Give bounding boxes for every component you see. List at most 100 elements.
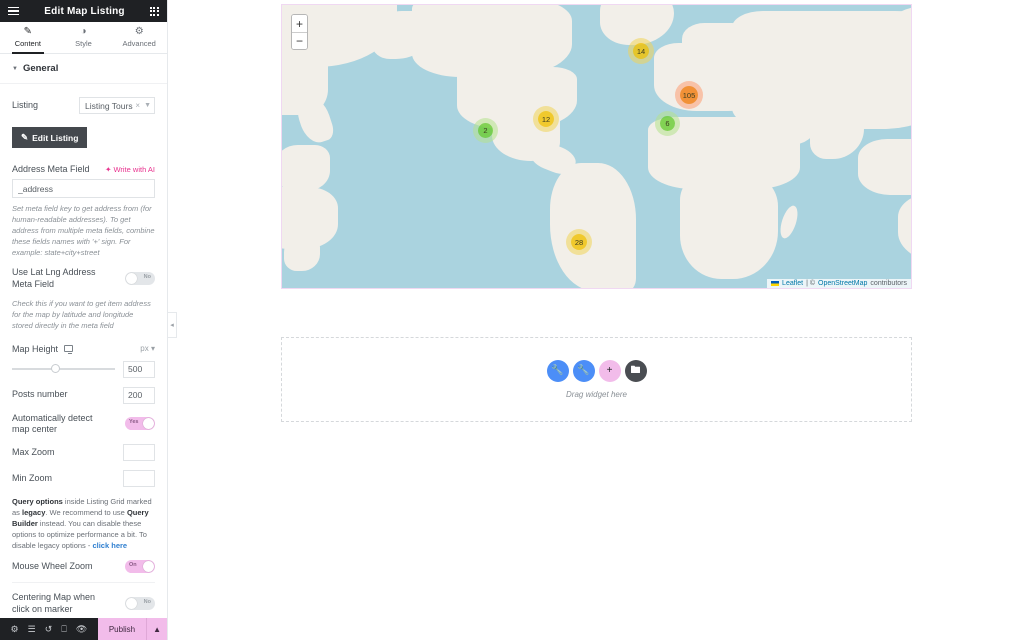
monitor-icon[interactable] [64, 345, 74, 354]
landmass-southeast-asia [858, 139, 911, 195]
max-zoom-row: Max Zoom [12, 444, 155, 461]
auto-center-row: Automatically detect map center Yes [12, 413, 155, 436]
click-here-link[interactable]: click here [92, 541, 127, 550]
mouse-wheel-toggle[interactable]: On [125, 560, 155, 574]
mouse-wheel-row: Mouse Wheel Zoom On [12, 560, 155, 574]
centering-label: Centering Map when click on marker [12, 592, 96, 614]
tab-style[interactable]: ◑ Style [56, 22, 112, 53]
layers-icon[interactable]: ☰ [28, 624, 36, 634]
wrench-icon[interactable]: 🔧 [546, 360, 569, 382]
chevron-down-icon: ▼ [12, 65, 18, 72]
map-cluster-marker[interactable]: 2 [478, 123, 493, 138]
listing-row: Listing Listing Tours × ▼ [12, 97, 155, 114]
posts-number-input[interactable] [123, 386, 155, 404]
latlng-toggle-label: No [143, 274, 151, 281]
listing-select-value: Listing Tours [85, 100, 133, 111]
zoom-out-button[interactable]: − [292, 32, 307, 49]
toggle-knob [143, 418, 154, 430]
posts-number-label: Posts number [12, 389, 68, 400]
section-general-header[interactable]: ▼ General [0, 54, 167, 84]
publish-button[interactable]: Publish [97, 618, 147, 640]
gear-icon[interactable]: ⚙ [11, 624, 19, 634]
wrench-icon[interactable]: 🔧 [572, 360, 595, 382]
toggle-knob [143, 561, 154, 573]
plus-icon[interactable]: + [598, 360, 621, 382]
dropzone-label: Drag widget here [566, 390, 627, 399]
max-zoom-input[interactable] [123, 444, 155, 461]
gear-icon: ⚙ [134, 26, 144, 37]
slider-thumb[interactable] [51, 364, 61, 373]
panel-footer: ⚙ ☰ ↺ ⎕ 👁 Publish ▲ [0, 618, 167, 640]
notice-legacy: legacy [22, 507, 46, 517]
panel-collapse-handle[interactable]: ◂ [168, 312, 177, 338]
preview-icon[interactable]: 👁 [76, 624, 87, 634]
map-height-input[interactable] [123, 360, 155, 378]
auto-center-toggle[interactable]: Yes [125, 417, 155, 431]
edit-listing-button[interactable]: ✎ Edit Listing [12, 127, 88, 148]
map-height-unit-select[interactable]: px ▾ [140, 344, 155, 353]
x-icon[interactable]: × [135, 101, 140, 110]
write-with-ai-link[interactable]: ✦ Write with AI [105, 165, 155, 174]
divider [12, 582, 155, 584]
panel-tabs: ✎ Content ◑ Style ⚙ Advanced [0, 22, 167, 54]
widget-dropzone[interactable]: 🔧 🔧 + 🖿 Drag widget here [281, 337, 912, 422]
map-cluster-marker[interactable]: 14 [633, 43, 649, 59]
map-cluster-marker[interactable]: 28 [571, 234, 587, 250]
panel-scroll-area[interactable]: ▼ General Listing Listing Tours × ▼ ✎ Ed… [0, 54, 167, 618]
hamburger-icon[interactable] [8, 6, 19, 16]
landmass-africa-south [680, 175, 778, 279]
mouse-wheel-toggle-label: On [129, 562, 137, 569]
tab-content[interactable]: ✎ Content [0, 22, 56, 54]
map-cluster-marker[interactable]: 105 [680, 86, 698, 104]
toggle-knob [126, 598, 137, 610]
address-meta-input[interactable] [12, 179, 155, 198]
posts-number-row: Posts number [12, 386, 155, 404]
section-general-label: General [22, 63, 59, 74]
zoom-in-button[interactable]: + [292, 15, 307, 32]
folder-icon[interactable]: 🖿 [624, 360, 647, 382]
edit-listing-label: Edit Listing [32, 132, 79, 143]
tab-style-label: Style [75, 39, 92, 48]
chevron-down-icon: ▾ [150, 344, 155, 353]
mouse-wheel-label: Mouse Wheel Zoom [12, 561, 93, 572]
editor-canvas: + − 2 12 28 14 105 6 Leaflet | © OpenStr… [168, 0, 1024, 640]
map-height-label: Map Height [12, 343, 59, 354]
address-meta-help: Set meta field key to get address from (… [12, 204, 155, 257]
attribution-separator: | © [806, 280, 815, 287]
leaflet-flag-icon [771, 281, 780, 286]
address-meta-label: Address Meta Field [12, 164, 90, 174]
landmass-madagascar [777, 203, 801, 241]
grid-icon[interactable] [149, 6, 159, 16]
toggle-knob [126, 273, 137, 285]
responsive-icon[interactable]: ⎕ [61, 624, 66, 634]
listing-select[interactable]: Listing Tours × ▼ [79, 97, 155, 114]
notice-text-2: . We recommend to use [45, 507, 127, 517]
tab-advanced-label: Advanced [122, 39, 156, 48]
map-cluster-marker[interactable]: 12 [538, 111, 554, 127]
panel-header: Edit Map Listing [0, 0, 167, 22]
chevron-down-icon: ▼ [144, 102, 151, 109]
map-canvas[interactable]: + − 2 12 28 14 105 6 Leaflet | © OpenStr… [282, 5, 911, 288]
map-height-unit-label: px [140, 344, 149, 353]
leaflet-link[interactable]: Leaflet [782, 280, 803, 287]
map-widget[interactable]: + − 2 12 28 14 105 6 Leaflet | © OpenStr… [281, 4, 912, 289]
latlng-toggle[interactable]: No [125, 272, 155, 286]
landmass-south-america [550, 163, 636, 288]
landmass-siberia-east [892, 7, 911, 69]
tab-advanced[interactable]: ⚙ Advanced [111, 22, 167, 53]
history-icon[interactable]: ↺ [45, 624, 53, 634]
map-height-row: Map Height px ▾ [12, 344, 155, 354]
latlng-row: Use Lat Lng Address Meta Field No [12, 267, 155, 290]
listing-label: Listing [12, 99, 39, 110]
centering-toggle[interactable]: No [125, 597, 155, 611]
min-zoom-row: Min Zoom [12, 470, 155, 487]
map-cluster-marker[interactable]: 6 [660, 116, 675, 131]
pencil-icon: ✎ [23, 26, 33, 37]
dropzone-button-group: 🔧 🔧 + 🖿 [546, 360, 647, 382]
map-height-slider-row [12, 360, 155, 378]
min-zoom-input[interactable] [123, 470, 155, 487]
map-height-slider[interactable] [12, 364, 115, 374]
centering-toggle-label: No [143, 599, 151, 606]
chevron-up-icon[interactable]: ▲ [146, 618, 167, 640]
openstreetmap-link[interactable]: OpenStreetMap [818, 280, 867, 287]
